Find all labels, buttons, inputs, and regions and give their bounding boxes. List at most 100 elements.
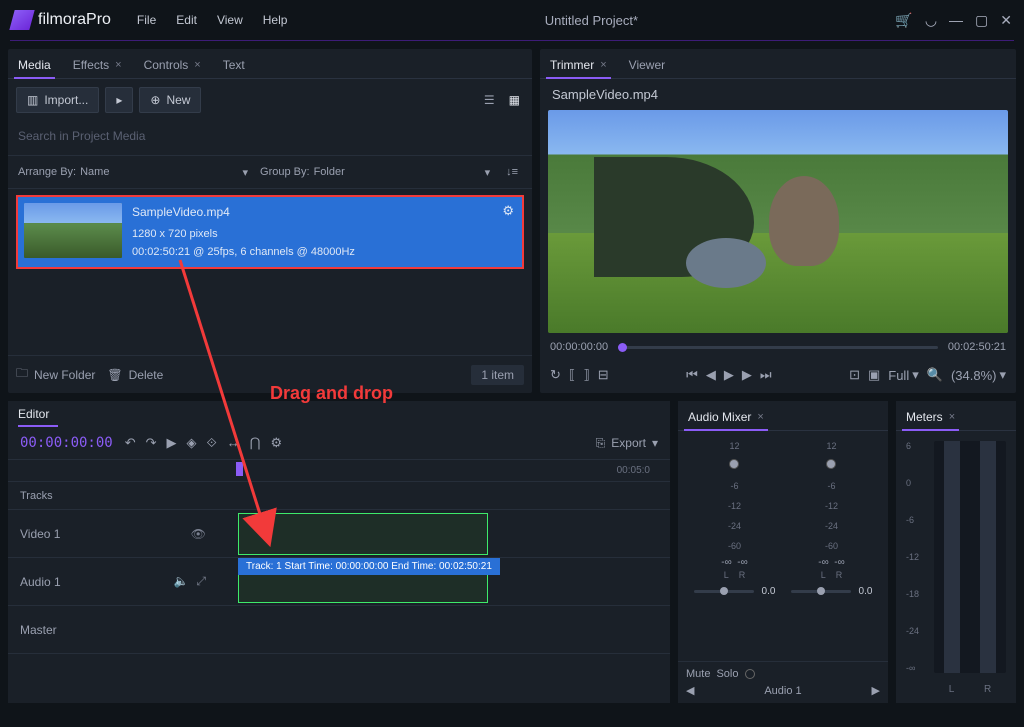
menu-help[interactable]: Help <box>263 13 288 27</box>
mute-button[interactable]: Mute <box>686 668 710 680</box>
tab-media[interactable]: Media <box>14 52 55 78</box>
settings-icon[interactable]: ⚙ <box>270 435 282 451</box>
tab-editor[interactable]: Editor <box>8 401 59 427</box>
tab-text[interactable]: Text <box>219 52 249 78</box>
slip-tool-icon[interactable]: ↔ <box>227 435 240 451</box>
close-icon[interactable]: × <box>600 59 606 71</box>
maximize-icon[interactable]: ▢ <box>975 12 988 29</box>
pan-slider[interactable] <box>694 590 754 593</box>
mixer-prev-icon[interactable]: ◀ <box>686 684 694 697</box>
time-total: 00:02:50:21 <box>948 341 1006 353</box>
track-content-video-1[interactable]: Track: 1 Start Time: 00:00:00:00 End Tim… <box>218 510 670 557</box>
cart-icon[interactable]: 🛒 <box>895 12 912 29</box>
mark-in-icon[interactable]: ⟦ <box>569 367 575 383</box>
app-logo: filmoraPro <box>12 10 111 30</box>
gear-icon[interactable]: ⚙ <box>502 203 514 219</box>
editor-timecode[interactable]: 00:00:00:00 <box>20 435 113 451</box>
record-button[interactable] <box>745 669 755 679</box>
new-folder-button[interactable]: 🗀 New Folder <box>16 364 95 385</box>
tracks-header-label: Tracks <box>8 482 218 509</box>
search-input[interactable] <box>18 125 522 147</box>
mute-icon[interactable]: 🔈 <box>173 574 188 589</box>
minimize-icon[interactable]: — <box>949 12 963 28</box>
overlay-icon[interactable]: ⊡ <box>849 367 860 383</box>
caret-down-icon: ▾ <box>243 166 249 179</box>
fader-knob[interactable] <box>729 459 739 469</box>
media-item[interactable]: SampleVideo.mp4 1280 x 720 pixels 00:02:… <box>16 195 524 269</box>
step-fwd-icon[interactable]: ▶ <box>742 367 752 383</box>
video-clip[interactable] <box>238 513 488 555</box>
menu-edit[interactable]: Edit <box>176 13 197 27</box>
loop-icon[interactable]: ↻ <box>550 367 561 383</box>
search-icon[interactable]: 🔍 <box>927 367 943 383</box>
close-icon[interactable]: ✕ <box>1000 12 1012 29</box>
preview-scrubber[interactable] <box>618 346 938 349</box>
right-tabs: Trimmer× Viewer <box>540 49 1016 79</box>
mark-out-icon[interactable]: ⟧ <box>583 367 589 383</box>
slice-tool-icon[interactable]: ⟐ <box>207 435 217 451</box>
step-back-icon[interactable]: ◀ <box>706 367 716 383</box>
media-item-info: SampleVideo.mp4 1280 x 720 pixels 00:02:… <box>132 203 355 261</box>
safe-zone-icon[interactable]: ▣ <box>868 367 880 383</box>
arrange-by-dropdown[interactable]: Arrange By: Name▾ <box>18 166 248 179</box>
editor-toolbar: 00:00:00:00 ↶ ↷ ▶ ◈ ⟐ ↔ ⋂ ⚙ ⎘ Export ▾ <box>8 427 670 460</box>
new-button[interactable]: ⊕ New <box>139 87 201 113</box>
arrange-row: Arrange By: Name▾ Group By: Folder▾ ↓≡ <box>8 155 532 189</box>
import-button[interactable]: ▥ Import... <box>16 87 99 113</box>
tab-controls[interactable]: Controls× <box>140 52 205 78</box>
mixer-next-icon[interactable]: ▶ <box>872 684 880 697</box>
menu-view[interactable]: View <box>217 13 243 27</box>
titlebar: filmoraPro File Edit View Help Untitled … <box>0 0 1024 40</box>
preview-size-dropdown[interactable]: Full ▾ <box>888 367 918 383</box>
sort-icon[interactable]: ↓≡ <box>502 162 522 182</box>
insert-icon[interactable]: ⊟ <box>598 367 609 383</box>
redo-icon[interactable]: ↷ <box>146 435 157 451</box>
zoom-dropdown[interactable]: (34.8%) ▾ <box>951 367 1006 383</box>
preview-viewport[interactable] <box>548 110 1008 333</box>
tab-audio-mixer[interactable]: Audio Mixer× <box>684 404 768 430</box>
playhead[interactable] <box>236 462 243 476</box>
next-frame-icon[interactable]: ⏭ <box>760 367 772 383</box>
delete-button[interactable]: 🗑 Delete <box>107 368 163 382</box>
fader-knob[interactable] <box>826 459 836 469</box>
import-dropdown-button[interactable]: ▸ <box>105 87 133 113</box>
play-icon[interactable]: ▶ <box>724 367 734 383</box>
account-icon[interactable]: ◡ <box>925 12 937 29</box>
tracks-header-row: Tracks <box>8 482 670 510</box>
select-tool-icon[interactable]: ▶ <box>167 435 177 451</box>
preview-filename: SampleVideo.mp4 <box>540 79 1016 110</box>
ripple-tool-icon[interactable]: ◈ <box>187 435 197 451</box>
tab-meters[interactable]: Meters× <box>902 404 959 430</box>
media-item-metadata: 00:02:50:21 @ 25fps, 6 channels @ 48000H… <box>132 244 355 262</box>
fader-left[interactable]: 12 0 -6 -12 -24 -60 -∞ -∞ LR 0.0 <box>690 441 780 651</box>
media-toolbar: ▥ Import... ▸ ⊕ New ☰ ▦ <box>8 79 532 121</box>
group-by-dropdown[interactable]: Group By: Folder▾ <box>260 166 490 179</box>
pan-slider[interactable] <box>791 590 851 593</box>
close-icon[interactable]: × <box>757 411 763 423</box>
fader-right[interactable]: 12 0 -6 -12 -24 -60 -∞ -∞ LR 0.0 <box>787 441 877 651</box>
visibility-icon[interactable]: 👁 <box>191 527 206 541</box>
snap-icon[interactable]: ⋂ <box>250 435 261 451</box>
tab-viewer[interactable]: Viewer <box>625 52 669 78</box>
scrubber-knob[interactable] <box>618 343 627 352</box>
solo-button[interactable]: Solo <box>716 668 738 680</box>
preview-playback-bar: 00:00:00:00 00:02:50:21 <box>540 333 1016 361</box>
tab-trimmer[interactable]: Trimmer× <box>546 52 611 78</box>
track-label: Video 1 <box>20 527 60 541</box>
media-item-resolution: 1280 x 720 pixels <box>132 226 355 244</box>
prev-frame-icon[interactable]: ⏮ <box>686 367 698 383</box>
undo-icon[interactable]: ↶ <box>125 435 136 451</box>
tab-effects[interactable]: Effects× <box>69 52 126 78</box>
expand-icon[interactable]: ⤢ <box>196 574 206 589</box>
close-icon[interactable]: × <box>115 59 121 71</box>
list-view-icon[interactable]: ☰ <box>480 89 499 111</box>
close-icon[interactable]: × <box>949 411 955 423</box>
close-icon[interactable]: × <box>194 59 200 71</box>
export-button[interactable]: ⎘ Export ▾ <box>596 436 658 451</box>
grid-view-icon[interactable]: ▦ <box>505 89 524 111</box>
timeline-ruler[interactable]: 00:05:0 <box>8 460 670 482</box>
window-controls: 🛒 ◡ — ▢ ✕ <box>895 12 1012 29</box>
menu-file[interactable]: File <box>137 13 156 27</box>
annotation-text: Drag and drop <box>270 383 393 404</box>
meter-bar-l <box>944 441 960 673</box>
